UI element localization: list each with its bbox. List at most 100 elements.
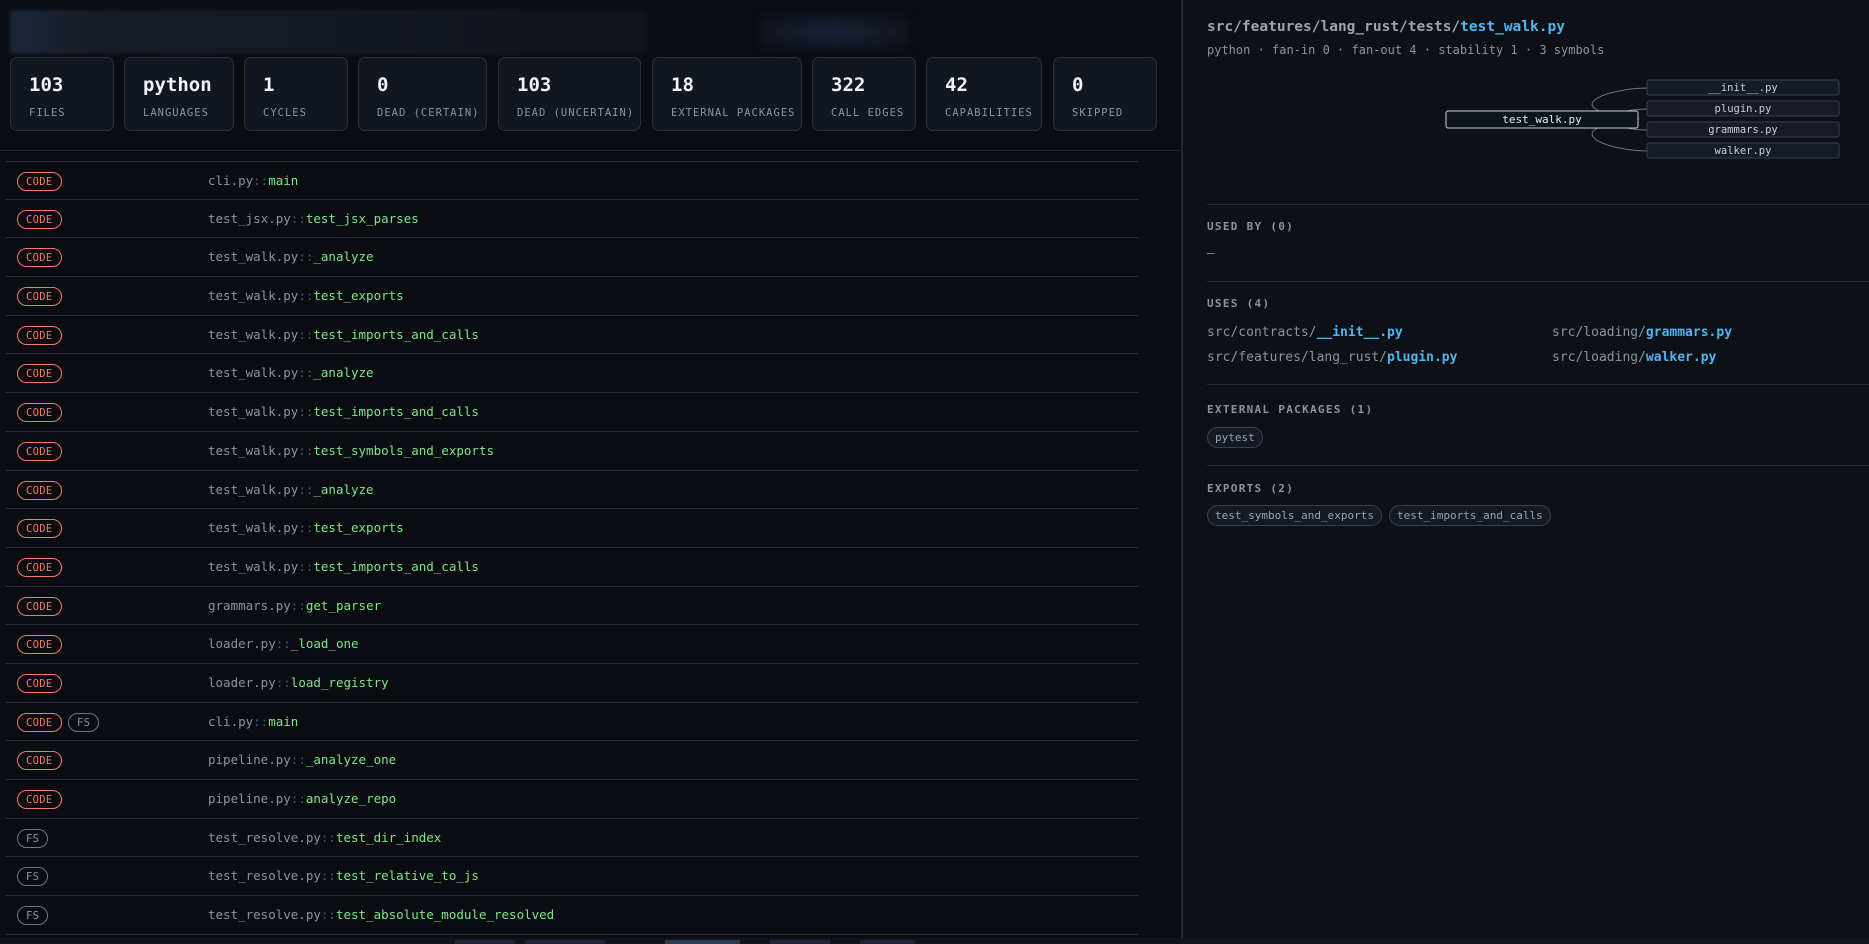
stat-cycles[interactable]: 1 CYCLES	[244, 57, 348, 131]
symbol-file: test_walk.py	[208, 442, 299, 458]
stat-files[interactable]: 103 FILES	[10, 57, 114, 131]
external-package-chip[interactable]: pytest	[1207, 427, 1263, 448]
stat-label: LANGUAGES	[143, 107, 209, 119]
fs-badge: FS	[17, 828, 49, 848]
symbol-function: test_exports	[313, 288, 404, 304]
symbol-function: test_jsx_parses	[305, 210, 419, 226]
symbol-separator: ::	[290, 597, 306, 613]
code-badge: CODE	[17, 596, 62, 616]
table-row[interactable]: CODE test_walk.py::test_symbols_and_expor…	[6, 432, 1138, 471]
symbol-name: test_walk.py::test_symbols_and_exports	[208, 443, 494, 458]
graph-node-target[interactable]: walker.py	[1646, 142, 1840, 159]
symbol-name: test_walk.py::_analyze	[208, 249, 374, 264]
file-path: src/features/lang_rust/tests/test_walk.p…	[1207, 19, 1565, 35]
graph-node-label: plugin.py	[1715, 103, 1772, 115]
stat-value: 18	[671, 74, 694, 96]
symbol-separator: ::	[275, 636, 291, 652]
uses-title: USES (4)	[1207, 297, 1271, 310]
code-badge: CODE	[17, 790, 62, 809]
fs-badge: FS	[68, 712, 100, 732]
symbol-name: loader.py::_load_one	[208, 636, 359, 651]
code-badge: CODE	[17, 364, 62, 384]
graph-node-target[interactable]: grammars.py	[1646, 121, 1840, 138]
symbol-file: test_resolve.py	[208, 868, 321, 884]
symbol-separator: ::	[298, 442, 314, 458]
uses-link-dir: src/features/lang_rust/	[1207, 350, 1388, 365]
symbol-file: cli.py	[208, 173, 254, 188]
dependency-graph: test_walk.py __init__.py plugin.py gramm…	[1445, 79, 1840, 159]
uses-link[interactable]: src/contracts/__init__.py	[1207, 325, 1403, 340]
stat-call-edges[interactable]: 322 CALL EDGES	[812, 57, 916, 131]
uses-link[interactable]: src/loading/grammars.py	[1552, 325, 1732, 340]
blurred-header	[10, 10, 646, 54]
table-row[interactable]: CODE cli.py::main	[6, 161, 1138, 200]
table-row[interactable]: CODE test_jsx.py::test_jsx_parses	[6, 200, 1138, 239]
uses-link-dir: src/loading/	[1552, 325, 1646, 340]
symbol-function: test_exports	[313, 520, 404, 536]
table-row[interactable]: CODE test_walk.py::test_imports_and_calls	[6, 393, 1138, 432]
table-row[interactable]: CODE pipeline.py::_analyze_one	[6, 741, 1138, 780]
uses-link-file: plugin.py	[1387, 350, 1458, 365]
symbol-function: _analyze	[313, 481, 374, 497]
stat-value: 322	[831, 74, 866, 96]
table-row[interactable]: CODE test_walk.py::test_exports	[6, 509, 1138, 548]
table-row[interactable]: CODE FS cli.py::main	[6, 703, 1138, 742]
used-by-empty: —	[1207, 246, 1215, 260]
table-row[interactable]: FS test_resolve.py::test_absolute_module_…	[6, 896, 1138, 935]
scroll-segment	[860, 940, 915, 944]
table-row[interactable]: CODE test_walk.py::test_imports_and_calls	[6, 548, 1138, 587]
stat-dead-uncertain[interactable]: 103 DEAD (UNCERTAIN)	[498, 57, 641, 131]
graph-node-center[interactable]: test_walk.py	[1445, 110, 1639, 129]
symbol-file: test_jsx.py	[208, 210, 291, 226]
table-row[interactable]: CODE test_walk.py::_analyze	[6, 354, 1138, 394]
stat-capabilities[interactable]: 42 CAPABILITIES	[926, 57, 1042, 131]
table-row[interactable]: FS test_resolve.py::test_relative_to_js	[6, 857, 1138, 897]
symbol-separator: ::	[253, 713, 269, 729]
symbol-function: _analyze	[313, 249, 374, 265]
stat-label: EXTERNAL PACKAGES	[671, 107, 796, 119]
scroll-thumb[interactable]	[665, 940, 740, 944]
table-row[interactable]: CODE test_walk.py::test_imports_and_calls	[6, 316, 1138, 355]
symbol-name: loader.py::load_registry	[208, 675, 389, 690]
stat-dead-certain[interactable]: 0 DEAD (CERTAIN)	[358, 57, 487, 131]
symbol-name: test_walk.py::test_imports_and_calls	[208, 404, 479, 419]
symbol-name: pipeline.py::_analyze_one	[208, 752, 396, 767]
symbol-separator: ::	[253, 173, 269, 188]
stat-skipped[interactable]: 0 SKIPPED	[1053, 57, 1157, 131]
uses-link[interactable]: src/loading/walker.py	[1552, 350, 1716, 365]
export-chip[interactable]: test_imports_and_calls	[1389, 505, 1551, 526]
symbol-function: _analyze_one	[305, 752, 397, 768]
blurred-header-accent	[760, 14, 910, 50]
table-row[interactable]: CODE loader.py::load_registry	[6, 664, 1138, 703]
stat-value: 103	[517, 74, 552, 96]
symbol-function: test_dir_index	[335, 829, 442, 845]
table-row[interactable]: CODE test_walk.py::_analyze	[6, 238, 1138, 278]
table-row[interactable]: CODE pipeline.py::analyze_repo	[6, 780, 1138, 819]
code-badge: CODE	[17, 403, 62, 423]
bottom-scrollbar[interactable]	[0, 938, 1869, 944]
analysis-pane: 103 FILES python LANGUAGES 1 CYCLES 0 DE…	[0, 0, 1182, 944]
table-row[interactable]: FS test_resolve.py::test_dir_index	[6, 819, 1138, 858]
symbol-name: test_resolve.py::test_dir_index	[208, 830, 441, 845]
symbol-separator: ::	[290, 752, 306, 768]
symbol-name: test_walk.py::test_exports	[208, 520, 404, 535]
graph-node-target[interactable]: __init__.py	[1646, 79, 1840, 96]
symbol-separator: ::	[290, 791, 306, 806]
export-chip[interactable]: test_symbols_and_exports	[1207, 505, 1382, 526]
scroll-segment	[525, 940, 605, 944]
stat-languages[interactable]: python LANGUAGES	[124, 57, 234, 131]
graph-node-label: walker.py	[1715, 145, 1772, 157]
symbol-function: analyze_repo	[305, 791, 397, 806]
symbol-name: cli.py::main	[208, 714, 298, 729]
table-row[interactable]: CODE loader.py::_load_one	[6, 625, 1138, 664]
stat-label: FILES	[29, 107, 66, 119]
symbol-file: test_walk.py	[208, 558, 299, 574]
table-row[interactable]: CODE test_walk.py::test_exports	[6, 277, 1138, 316]
table-row[interactable]: CODE grammars.py::get_parser	[6, 587, 1138, 626]
graph-node-target[interactable]: plugin.py	[1646, 100, 1840, 117]
uses-link[interactable]: src/features/lang_rust/plugin.py	[1207, 350, 1457, 365]
graph-node-label: grammars.py	[1708, 124, 1778, 136]
stat-external-packages[interactable]: 18 EXTERNAL PACKAGES	[652, 57, 802, 131]
stat-label: DEAD (CERTAIN)	[377, 107, 480, 119]
table-row[interactable]: CODE test_walk.py::_analyze	[6, 471, 1138, 510]
